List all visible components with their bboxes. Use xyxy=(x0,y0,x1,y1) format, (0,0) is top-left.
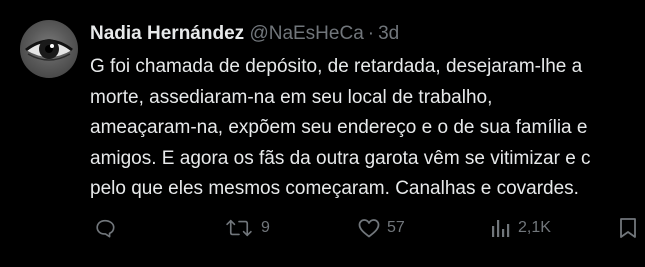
bookmark-icon xyxy=(620,218,636,238)
tweet-text-line: morte, assediaram-na em seu local de tra… xyxy=(90,86,493,108)
post-time[interactable]: 3d xyxy=(378,23,399,44)
retweet-count: 9 xyxy=(261,219,270,236)
bookmark-button[interactable] xyxy=(618,213,638,243)
tweet-text-line: ameaçaram-na, expõem seu endereço e o de… xyxy=(90,117,588,138)
like-count: 57 xyxy=(387,219,405,236)
header-separator: · xyxy=(367,23,375,44)
retweet-button[interactable]: 9 xyxy=(223,213,270,243)
tweet-text-line: G foi chamada de depósito, de retardada,… xyxy=(90,56,583,77)
reply-icon xyxy=(96,219,115,238)
tweet-card[interactable]: Nadia Hernández @NaEsHeCa · 3d G foi chama… xyxy=(0,0,645,267)
views-bar-chart-icon xyxy=(492,220,510,237)
author-name[interactable]: Nadia Hernández xyxy=(90,23,244,44)
heart-icon xyxy=(358,219,380,238)
reply-button[interactable] xyxy=(94,213,122,243)
avatar[interactable] xyxy=(20,20,78,78)
tweet-text-line: pelo que eles mesmos começaram. Canalhas… xyxy=(90,178,579,199)
avatar-eye-image xyxy=(25,39,73,61)
tweet-text: G foi chamada de depósito, de retardada,… xyxy=(90,52,645,205)
tweet-header: Nadia Hernández @NaEsHeCa · 3d xyxy=(90,22,399,46)
retweet-icon xyxy=(226,219,252,237)
tweet-text-line: amigos. E agora os fãs da outra garota v… xyxy=(90,147,591,169)
views-button[interactable]: 2,1K xyxy=(490,213,551,243)
views-count: 2,1K xyxy=(518,219,551,236)
action-bar: 9 57 2,1K xyxy=(0,213,645,243)
author-handle[interactable]: @NaEsHeCa xyxy=(249,23,363,44)
like-button[interactable]: 57 xyxy=(357,213,405,243)
